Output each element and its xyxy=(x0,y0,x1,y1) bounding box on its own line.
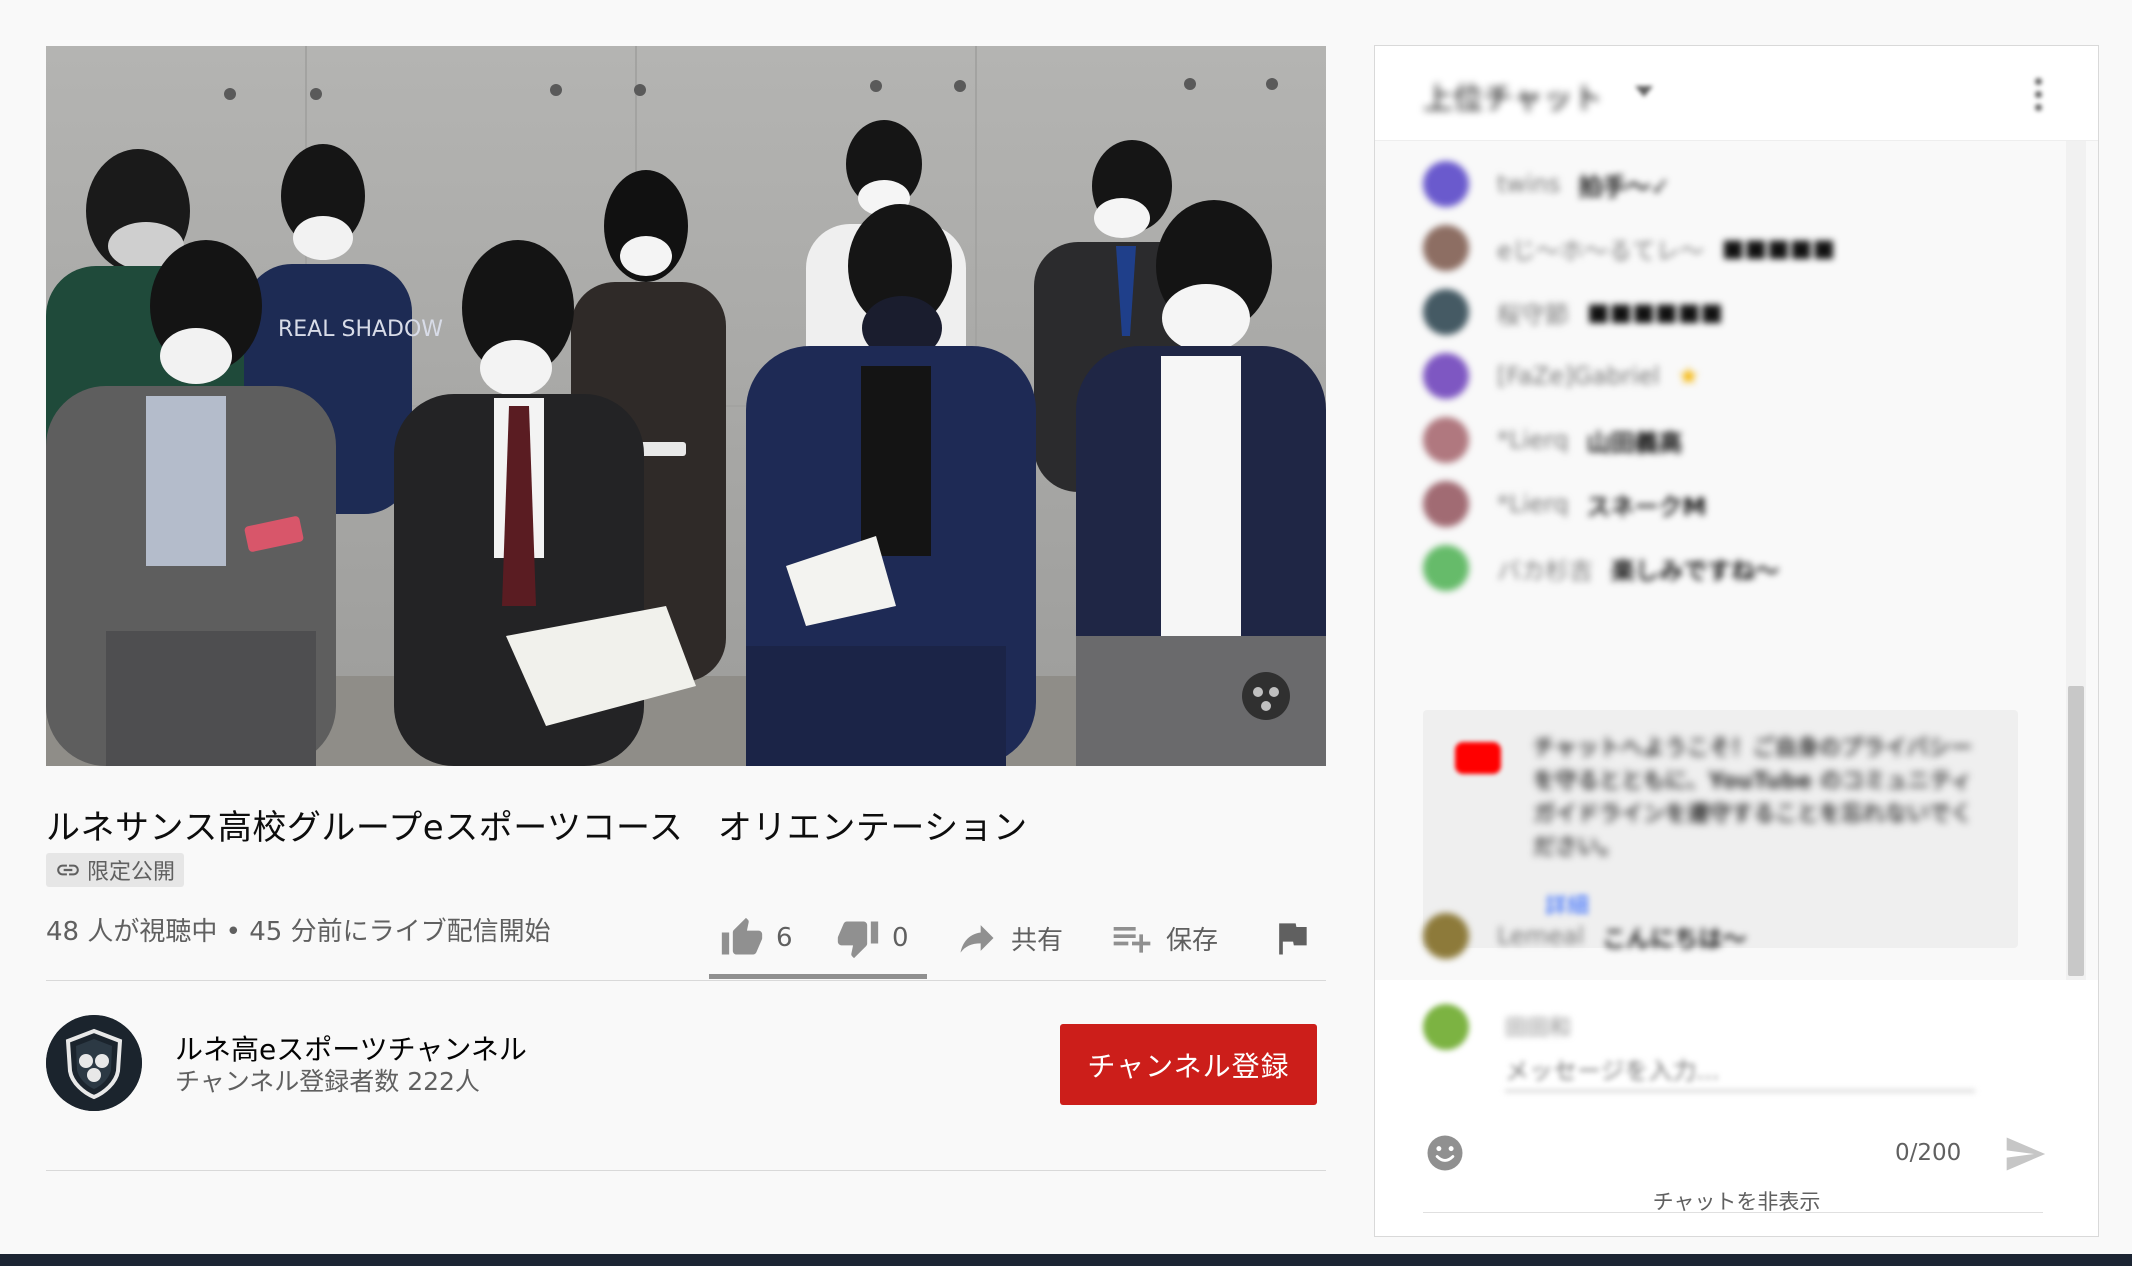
chevron-down-icon[interactable] xyxy=(1635,86,1653,97)
chat-text: ★ xyxy=(1677,362,1700,390)
chat-author[interactable]: *Lierq xyxy=(1497,490,1568,518)
emoji-icon[interactable] xyxy=(1424,1132,1466,1174)
share-arrow-icon xyxy=(960,925,994,953)
flag-icon xyxy=(1279,923,1307,955)
chat-text: 楽しみですね〜 xyxy=(1611,556,1779,585)
shirt-print: REAL SHADOW xyxy=(278,317,443,342)
chat-author[interactable]: eじ〜ホ〜るてレ〜 xyxy=(1497,231,1704,266)
chat-text: スネークM xyxy=(1586,492,1707,521)
subscriber-count: チャンネル登録者数 222人 xyxy=(175,1067,480,1096)
desktop-background-strip xyxy=(0,1254,2132,1266)
user-avatar[interactable] xyxy=(1423,289,1469,335)
channel-avatar[interactable] xyxy=(46,1015,142,1111)
like-count: 6 xyxy=(776,923,793,953)
chat-message: *Lierq スネークM xyxy=(1423,480,1706,528)
user-avatar[interactable] xyxy=(1423,225,1469,271)
chat-author[interactable]: twins xyxy=(1497,170,1560,198)
divider xyxy=(46,1170,1326,1171)
chat-message: Lemeal こんにちは〜 xyxy=(1423,912,1746,960)
character-counter: 0/200 xyxy=(1895,1140,1962,1166)
save-button[interactable]: 保存 xyxy=(1110,916,1218,960)
chat-text: 拍手〜✓ xyxy=(1578,172,1671,201)
user-avatar[interactable] xyxy=(1423,913,1469,959)
chat-author[interactable]: 桜守節 xyxy=(1497,295,1569,330)
my-username: 田田和 xyxy=(1505,1016,1572,1041)
user-avatar[interactable] xyxy=(1423,417,1469,463)
send-icon[interactable] xyxy=(2003,1132,2047,1176)
chat-text: ■■■■■■ xyxy=(1587,298,1724,326)
chat-mode-selector[interactable]: 上位チャット xyxy=(1423,74,1603,118)
user-avatar[interactable] xyxy=(1423,161,1469,207)
chat-header: 上位チャット xyxy=(1375,46,2098,141)
shield-logo-icon xyxy=(46,1015,142,1111)
video-title: ルネサンス高校グループeスポーツコース オリエンテーション xyxy=(46,808,1028,848)
viewer-info: 48 人が視聴中 • 45 分前にライブ配信開始 xyxy=(46,917,551,947)
video-frame: REAL SHADOW xyxy=(46,46,1326,766)
chat-message: [FaZe]Gabriel ★ xyxy=(1423,352,1699,400)
chat-message-list[interactable]: twins 拍手〜✓ eじ〜ホ〜るてレ〜 ■■■■■ 桜守節 ■■■■■■ [F… xyxy=(1375,140,2098,980)
user-avatar[interactable] xyxy=(1423,481,1469,527)
chat-author[interactable]: バカ杉吉 xyxy=(1497,551,1593,586)
user-avatar[interactable] xyxy=(1423,545,1469,591)
chat-message-input[interactable] xyxy=(1505,1052,1975,1092)
live-chat-panel: 上位チャット twins 拍手〜✓ eじ〜ホ〜るてレ〜 ■■■■■ 桜守節 ■■… xyxy=(1374,45,2099,1237)
chat-message: eじ〜ホ〜るてレ〜 ■■■■■ xyxy=(1423,224,1835,272)
chat-message: *Lierq 山田義高 xyxy=(1423,416,1682,464)
hide-chat-button[interactable]: チャットを非表示 xyxy=(1375,1186,2098,1216)
chat-author[interactable]: Lemeal xyxy=(1497,922,1584,950)
chat-scrollbar-thumb[interactable] xyxy=(2068,686,2084,976)
visibility-badge: 限定公開 xyxy=(46,853,185,887)
youtube-logo-icon xyxy=(1455,742,1501,774)
watermark-logo xyxy=(1242,672,1290,720)
chat-author[interactable]: *Lierq xyxy=(1497,426,1568,454)
divider xyxy=(46,980,1326,981)
report-button[interactable] xyxy=(1270,916,1314,960)
user-avatar[interactable] xyxy=(1423,353,1469,399)
welcome-text: チャットへようこそ！ご自身のプライバシーを守るとともに、YouTube のコミュ… xyxy=(1533,736,1973,860)
share-button[interactable]: 共有 xyxy=(955,916,1063,960)
chat-text: こんにちは〜 xyxy=(1602,924,1747,953)
chat-text: ■■■■■ xyxy=(1721,234,1836,262)
dislike-button[interactable]: 0 xyxy=(836,916,909,960)
share-label: 共有 xyxy=(1011,925,1064,956)
dislike-count: 0 xyxy=(892,923,909,953)
sentiment-bar xyxy=(709,974,927,979)
save-label: 保存 xyxy=(1166,925,1219,956)
my-avatar xyxy=(1423,1004,1469,1050)
link-icon xyxy=(57,864,79,876)
subscribe-button[interactable]: チャンネル登録 xyxy=(1060,1024,1317,1105)
chat-message: 桜守節 ■■■■■■ xyxy=(1423,288,1723,336)
chat-author[interactable]: [FaZe]Gabriel xyxy=(1497,362,1660,390)
more-vert-icon[interactable] xyxy=(2035,78,2043,114)
thumbs-down-icon xyxy=(837,921,879,959)
playlist-add-icon xyxy=(1113,927,1151,953)
video-player[interactable]: REAL SHADOW xyxy=(46,46,1326,766)
chat-message: twins 拍手〜✓ xyxy=(1423,160,1671,208)
visibility-label: 限定公開 xyxy=(87,860,176,885)
like-button[interactable]: 6 xyxy=(720,916,793,960)
chat-message: バカ杉吉 楽しみですね〜 xyxy=(1423,544,1779,592)
chat-text: 山田義高 xyxy=(1586,428,1683,457)
thumbs-up-icon xyxy=(721,917,763,955)
